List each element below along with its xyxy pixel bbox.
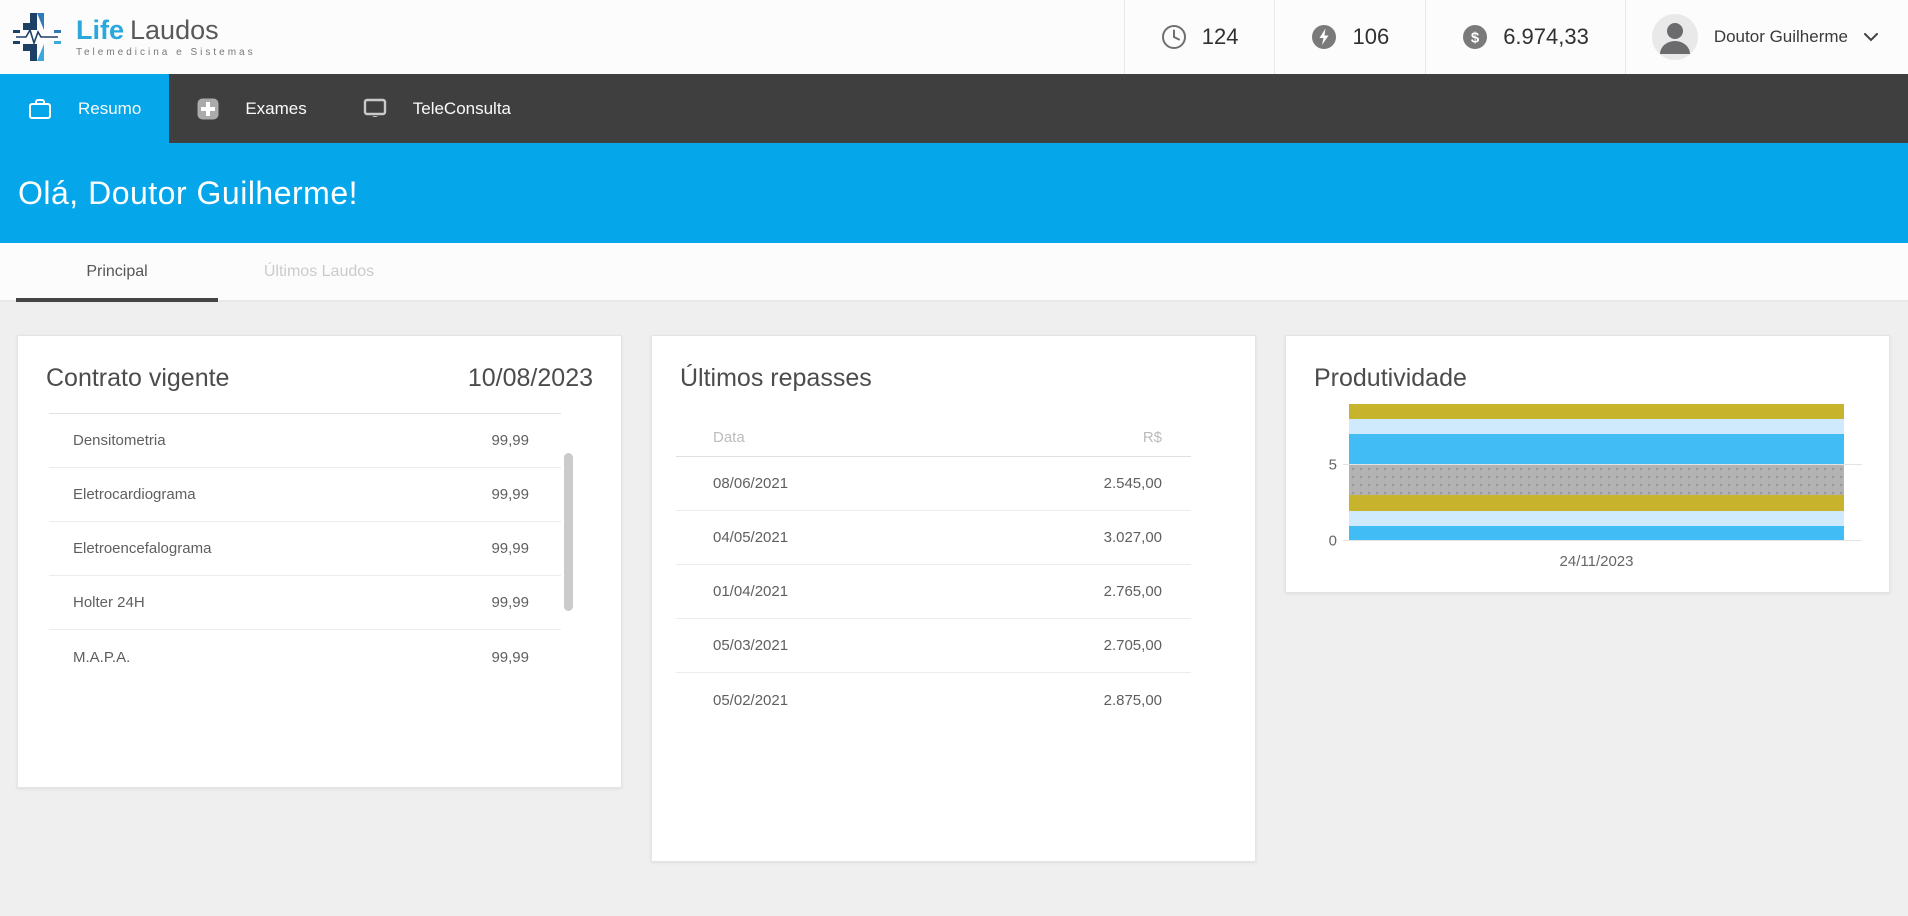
transfer-date: 01/04/2021 — [713, 583, 788, 600]
avatar — [1652, 14, 1698, 60]
stat-value: 124 — [1202, 24, 1239, 50]
stat-value: 106 — [1352, 24, 1389, 50]
app-header: LifeLaudos Telemedicina e Sistemas 124 1 — [0, 0, 1908, 74]
app-logo[interactable]: LifeLaudos Telemedicina e Sistemas — [0, 0, 256, 74]
chart-x-tick-label: 24/11/2023 — [1349, 553, 1844, 570]
transfer-row: 05/03/2021 2.705,00 — [676, 619, 1191, 673]
stat-hours: 124 — [1124, 0, 1275, 74]
exam-name: Densitometria — [73, 432, 166, 449]
exam-price: 99,99 — [491, 432, 529, 449]
exam-price: 99,99 — [491, 649, 529, 666]
contract-date: 10/08/2023 — [468, 364, 593, 393]
briefcase-icon — [28, 98, 52, 120]
productivity-card-title: Produtividade — [1286, 361, 1889, 395]
exam-price: 99,99 — [491, 594, 529, 611]
transfer-date: 04/05/2021 — [713, 529, 788, 546]
brand-subtitle: Telemedicina e Sistemas — [76, 47, 256, 58]
subtab-principal[interactable]: Principal — [16, 243, 218, 300]
contract-list-wrap: Densitometria 99,99 Eletrocardiograma 99,99… — [49, 413, 559, 684]
chart-y-tick-label: 0 — [1329, 533, 1337, 550]
transfer-amount: 2.705,00 — [1104, 637, 1162, 654]
tab-label: Exames — [245, 99, 306, 119]
bar-segment-series-7 — [1349, 404, 1844, 419]
transfer-row: 04/05/2021 3.027,00 — [676, 511, 1191, 565]
dashboard-content: Contrato vigente 10/08/2023 Densitometri… — [0, 302, 1908, 895]
exam-name: M.A.P.A. — [73, 649, 130, 666]
chevron-down-icon — [1864, 33, 1878, 42]
contract-card-title: Contrato vigente — [46, 361, 229, 395]
bar-segment-series-2 — [1349, 511, 1844, 526]
transfer-row: 08/06/2021 2.545,00 — [676, 457, 1191, 511]
greeting-banner: Olá, Doutor Guilherme! — [0, 143, 1908, 243]
transfers-table-header: Data R$ — [676, 419, 1191, 457]
chart-y-tick-label: 5 — [1329, 456, 1337, 473]
exam-name: Holter 24H — [73, 594, 145, 611]
transfer-date: 05/03/2021 — [713, 637, 788, 654]
stat-energy: 106 — [1274, 0, 1425, 74]
transfer-row: 05/02/2021 2.875,00 — [676, 673, 1191, 727]
exam-name: Eletroencefalograma — [73, 540, 211, 557]
transfer-date: 08/06/2021 — [713, 475, 788, 492]
main-nav: Resumo Exames TeleConsulta — [0, 74, 1908, 143]
dollar-icon: $ — [1462, 24, 1488, 50]
contract-list: Densitometria 99,99 Eletrocardiograma 99,99… — [49, 413, 561, 684]
logo-cross-icon — [10, 10, 64, 64]
contract-item: Densitometria 99,99 — [49, 414, 561, 468]
productivity-card: Produtividade 05 24/11/2023 — [1285, 335, 1890, 593]
logo-text: LifeLaudos Telemedicina e Sistemas — [76, 16, 256, 58]
transfers-card-title: Últimos repasses — [652, 361, 1255, 395]
contract-item: M.A.P.A. 99,99 — [49, 630, 561, 684]
column-header-data: Data — [713, 429, 745, 446]
tab-label: TeleConsulta — [413, 99, 511, 119]
user-menu[interactable]: Doutor Guilherme — [1625, 0, 1908, 74]
bar-segment-series-3 — [1349, 495, 1844, 510]
bar-segment-series-5 — [1349, 434, 1844, 464]
header-stats: 124 106 $ 6.974,33 — [1124, 0, 1908, 74]
transfer-amount: 2.545,00 — [1104, 475, 1162, 492]
tab-resumo[interactable]: Resumo — [0, 74, 169, 143]
chart-plot-area — [1349, 404, 1852, 541]
tab-teleconsulta[interactable]: TeleConsulta — [335, 74, 539, 143]
brand-secondary: Laudos — [130, 15, 219, 45]
transfer-amount: 3.027,00 — [1104, 529, 1162, 546]
transfers-table: Data R$ 08/06/2021 2.545,00 04/05/2021 3.02… — [676, 419, 1191, 727]
stacked-bar — [1349, 404, 1844, 541]
chart-gridline — [1343, 464, 1862, 465]
contract-card: Contrato vigente 10/08/2023 Densitometri… — [17, 335, 622, 788]
sub-tabs: Principal Últimos Laudos — [0, 243, 1908, 302]
brand-primary: Life — [76, 15, 124, 45]
productivity-chart: 05 — [1314, 404, 1889, 541]
monitor-icon — [363, 98, 387, 119]
contract-list-scrollbar[interactable] — [564, 453, 573, 611]
transfer-row: 01/04/2021 2.765,00 — [676, 565, 1191, 619]
subtab-ultimos-laudos[interactable]: Últimos Laudos — [218, 243, 420, 300]
contract-item: Holter 24H 99,99 — [49, 576, 561, 630]
tab-exames[interactable]: Exames — [169, 74, 334, 143]
plus-square-icon — [197, 98, 219, 120]
stat-balance: $ 6.974,33 — [1425, 0, 1625, 74]
svg-text:$: $ — [1471, 30, 1480, 47]
exam-name: Eletrocardiograma — [73, 486, 196, 503]
chart-y-axis: 05 — [1314, 404, 1349, 541]
bar-segment-series-4 — [1349, 465, 1844, 495]
transfer-date: 05/02/2021 — [713, 692, 788, 709]
bolt-icon — [1311, 24, 1337, 50]
greeting-text: Olá, Doutor Guilherme! — [18, 175, 358, 212]
bar-segment-series-1 — [1349, 526, 1844, 541]
transfer-amount: 2.765,00 — [1104, 583, 1162, 600]
transfers-rows: 08/06/2021 2.545,00 04/05/2021 3.027,00 01/0… — [676, 457, 1191, 727]
chart-gridline — [1343, 540, 1862, 541]
stat-value: 6.974,33 — [1503, 24, 1589, 50]
bar-segment-series-6 — [1349, 419, 1844, 434]
contract-item: Eletrocardiograma 99,99 — [49, 468, 561, 522]
transfer-amount: 2.875,00 — [1104, 692, 1162, 709]
transfers-card: Últimos repasses Data R$ 08/06/2021 2.545… — [651, 335, 1256, 862]
column-header-rs: R$ — [1143, 429, 1162, 446]
clock-icon — [1161, 24, 1187, 50]
exam-price: 99,99 — [491, 540, 529, 557]
user-name: Doutor Guilherme — [1714, 27, 1848, 47]
tab-label: Resumo — [78, 99, 141, 119]
contract-item: Eletroencefalograma 99,99 — [49, 522, 561, 576]
exam-price: 99,99 — [491, 486, 529, 503]
